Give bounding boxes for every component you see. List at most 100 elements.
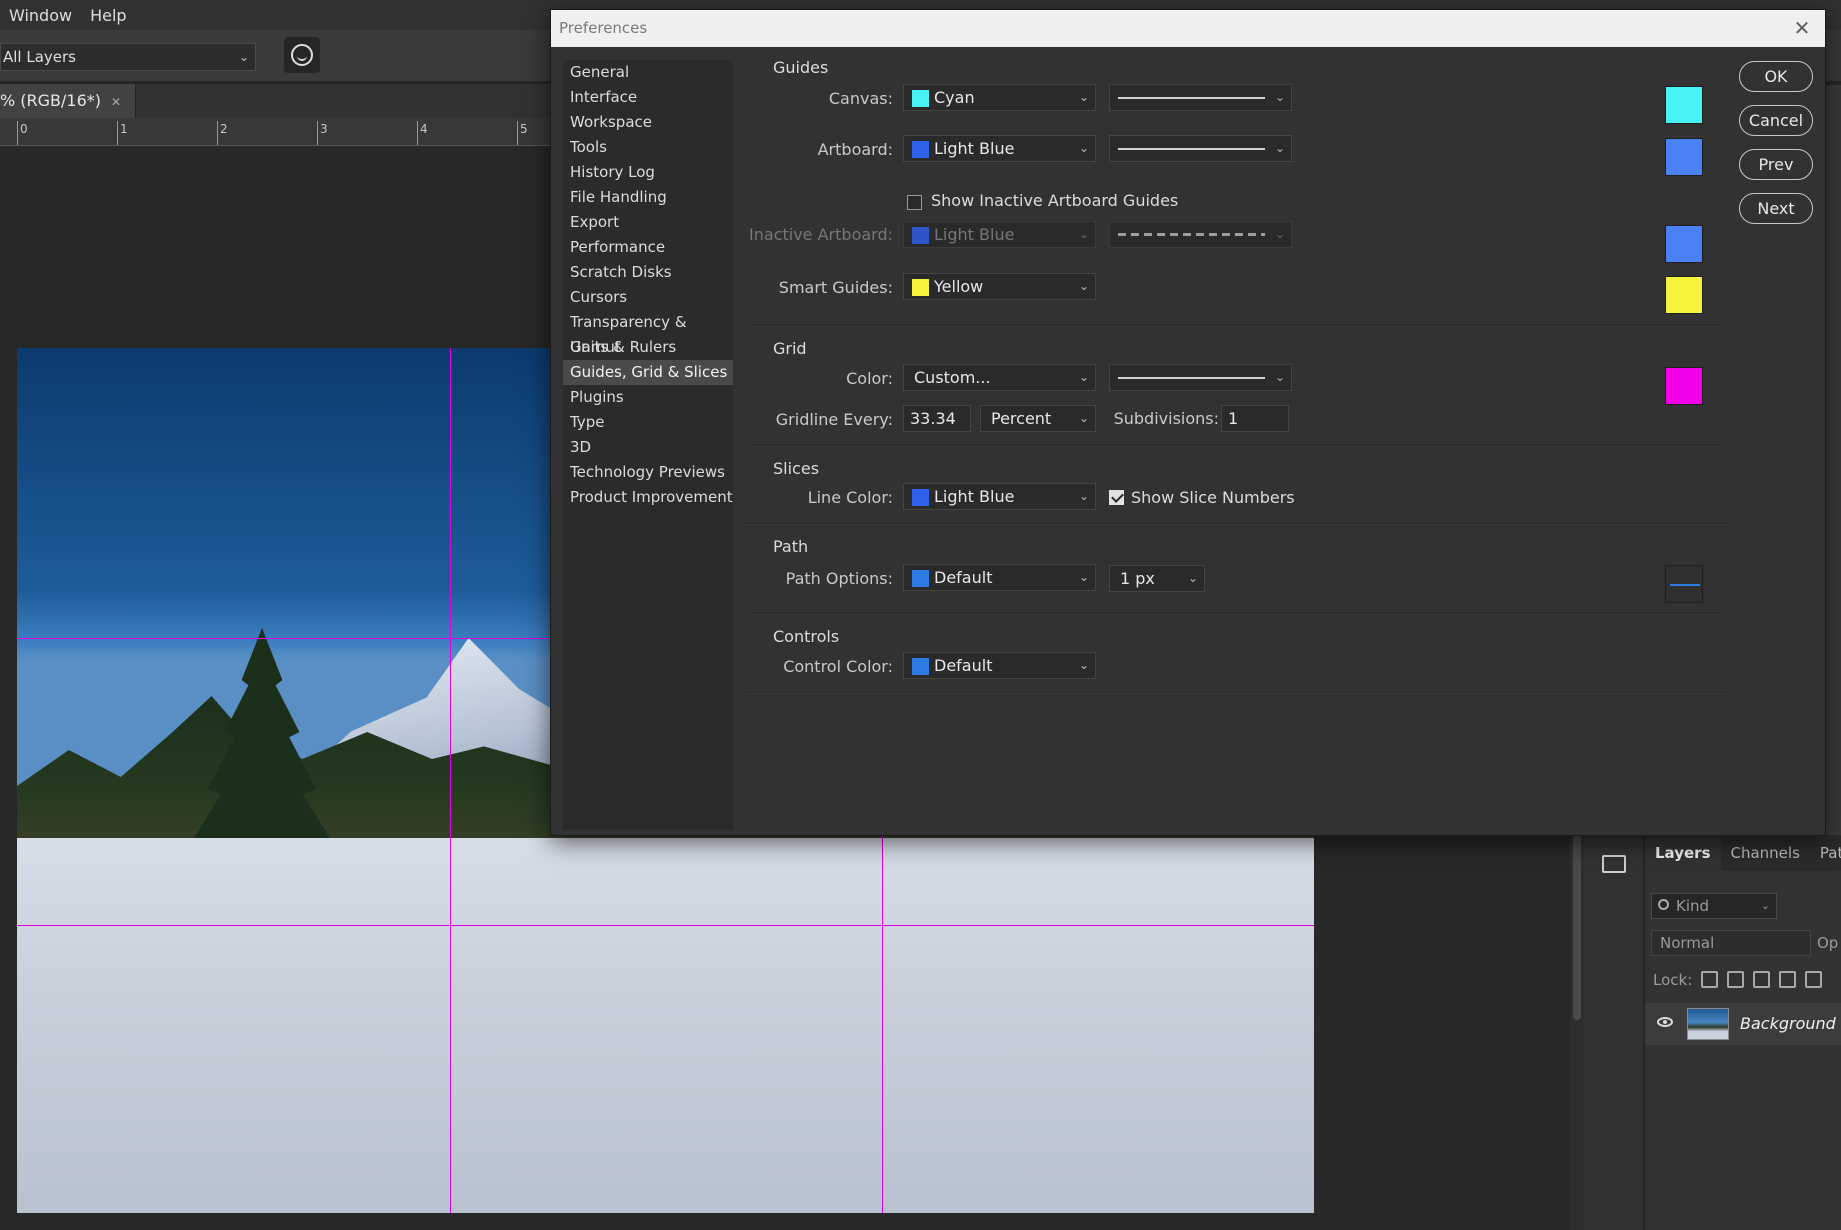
color-swatch-icon [912, 279, 929, 296]
nav-item-history-log[interactable]: History Log [563, 160, 733, 185]
layer-row[interactable]: Background [1645, 1003, 1841, 1045]
close-icon[interactable]: ✕ [111, 95, 121, 109]
prev-button[interactable]: Prev [1739, 149, 1813, 180]
canvas-color-swatch[interactable] [1665, 86, 1703, 124]
nav-item-3d[interactable]: 3D [563, 435, 733, 460]
divider [747, 524, 1725, 525]
lock-all-icon[interactable] [1805, 971, 1822, 988]
grid-color-swatch[interactable] [1665, 367, 1703, 405]
ok-button[interactable]: OK [1739, 61, 1813, 92]
inactive-artboard-style-dropdown[interactable]: ⌄ [1109, 221, 1292, 248]
subdivisions-input[interactable]: 1 [1221, 405, 1289, 432]
visibility-eye-icon[interactable] [1657, 1017, 1673, 1027]
canvas-guide-style-dropdown[interactable]: ⌄ [1109, 84, 1292, 111]
menu-help[interactable]: Help [81, 6, 135, 25]
tab-layers[interactable]: Layers [1645, 835, 1721, 871]
layer-filter-kind[interactable]: Kind ⌄ [1651, 893, 1777, 919]
close-icon[interactable]: ✕ [1787, 10, 1817, 47]
lock-artboard-icon[interactable] [1779, 971, 1796, 988]
search-icon [1658, 899, 1669, 910]
show-slice-numbers-checkbox[interactable] [1109, 490, 1124, 505]
color-swatch-icon [912, 658, 929, 675]
nav-item-workspace[interactable]: Workspace [563, 110, 733, 135]
gridline-every-label: Gridline Every: [775, 410, 893, 429]
blend-mode-dropdown[interactable]: Normal [1651, 930, 1811, 956]
chevron-down-icon: ⌄ [1274, 90, 1285, 104]
divider [747, 446, 1725, 447]
document-tab-bar: % (RGB/16*) ✕ [0, 84, 550, 118]
nav-item-units-rulers[interactable]: Units & Rulers [563, 335, 733, 360]
smart-guides-color-swatch[interactable] [1665, 276, 1703, 314]
canvas-scrollbar[interactable] [1570, 835, 1584, 1230]
nav-item-file-handling[interactable]: File Handling [563, 185, 733, 210]
nav-item-performance[interactable]: Performance [563, 235, 733, 260]
artboard-guide-style-dropdown[interactable]: ⌄ [1109, 135, 1292, 162]
nav-item-technology-previews[interactable]: Technology Previews [563, 460, 733, 485]
tab-channels[interactable]: Channels [1721, 835, 1810, 871]
chevron-down-icon: ⌄ [1187, 571, 1198, 585]
nav-item-product-improvement[interactable]: Product Improvement [563, 485, 733, 510]
tab-paths[interactable]: Paths [1810, 835, 1841, 871]
show-inactive-artboard-checkbox[interactable] [907, 195, 922, 210]
canvas-label: Canvas: [828, 89, 893, 108]
gridline-every-input[interactable]: 33.34 [903, 405, 971, 432]
nav-item-export[interactable]: Export [563, 210, 733, 235]
scrollbar-thumb[interactable] [1573, 835, 1581, 1020]
nav-item-general[interactable]: General [563, 60, 733, 85]
section-title-controls: Controls [773, 627, 840, 646]
lock-icons [1701, 971, 1822, 988]
layer-select-dropdown[interactable]: All Layers ⌄ [0, 43, 256, 71]
smart-guides-color-dropdown[interactable]: Yellow ⌄ [903, 273, 1096, 300]
nav-item-plugins[interactable]: Plugins [563, 385, 733, 410]
section-title-path: Path [773, 537, 809, 556]
artboard-color-swatch[interactable] [1665, 138, 1703, 176]
section-title-grid: Grid [773, 339, 807, 358]
show-transform-button[interactable] [284, 37, 320, 73]
artboard-label: Artboard: [817, 140, 893, 159]
chevron-down-icon: ⌄ [1078, 370, 1089, 384]
nav-item-scratch-disks[interactable]: Scratch Disks [563, 260, 733, 285]
grid-style-dropdown[interactable]: ⌄ [1109, 364, 1292, 391]
document-tab[interactable]: % (RGB/16*) ✕ [0, 84, 137, 118]
nav-item-interface[interactable]: Interface [563, 85, 733, 110]
slice-line-color-dropdown[interactable]: Light Blue ⌄ [903, 483, 1096, 510]
grid-color-dropdown[interactable]: Custom... ⌄ [903, 364, 1096, 391]
path-color-value: Default [934, 568, 993, 587]
cancel-button[interactable]: Cancel [1739, 105, 1813, 136]
layer-thumbnail [1687, 1008, 1729, 1040]
path-color-dropdown[interactable]: Default ⌄ [903, 564, 1096, 591]
path-width-dropdown[interactable]: 1 px ⌄ [1109, 565, 1205, 592]
menu-window[interactable]: Window [0, 6, 81, 25]
nav-item-guides-grid-slices[interactable]: Guides, Grid & Slices [563, 360, 733, 385]
artboard-guide-color-dropdown[interactable]: Light Blue ⌄ [903, 135, 1096, 162]
color-swatch-icon [912, 489, 929, 506]
nav-item-tools[interactable]: Tools [563, 135, 733, 160]
nav-item-transparency-gamut[interactable]: Transparency & Gamut [563, 310, 733, 356]
inactive-artboard-color-value: Light Blue [934, 225, 1015, 244]
canvas-guide-color-dropdown[interactable]: Cyan ⌄ [903, 84, 1096, 111]
divider [747, 614, 1725, 615]
ruler-tick: 2 [220, 122, 228, 136]
chevron-down-icon: ⌄ [1760, 899, 1770, 912]
nav-item-type[interactable]: Type [563, 410, 733, 435]
next-button[interactable]: Next [1739, 193, 1813, 224]
inactive-artboard-color-dropdown[interactable]: Light Blue ⌄ [903, 221, 1096, 248]
slice-line-color-label: Line Color: [807, 488, 893, 507]
horizontal-ruler: 0 1 2 3 4 5 [0, 118, 550, 146]
path-options-label: Path Options: [785, 569, 893, 588]
kind-label: Kind [1676, 897, 1710, 915]
lock-pixels-icon[interactable] [1727, 971, 1744, 988]
nav-item-cursors[interactable]: Cursors [563, 285, 733, 310]
lock-position-icon[interactable] [1753, 971, 1770, 988]
path-preview [1665, 565, 1703, 603]
control-color-dropdown[interactable]: Default ⌄ [903, 652, 1096, 679]
canvas-color-value: Cyan [934, 88, 975, 107]
lock-transparent-icon[interactable] [1701, 971, 1718, 988]
arrange-panels-icon[interactable] [1602, 855, 1626, 873]
gridline-unit-dropdown[interactable]: Percent ⌄ [980, 405, 1096, 432]
smart-guides-label: Smart Guides: [778, 278, 893, 297]
inactive-artboard-color-swatch[interactable] [1665, 225, 1703, 263]
chevron-down-icon: ⌄ [1274, 227, 1285, 241]
slice-line-color-value: Light Blue [934, 487, 1015, 506]
layer-select-value: All Layers [3, 48, 77, 66]
